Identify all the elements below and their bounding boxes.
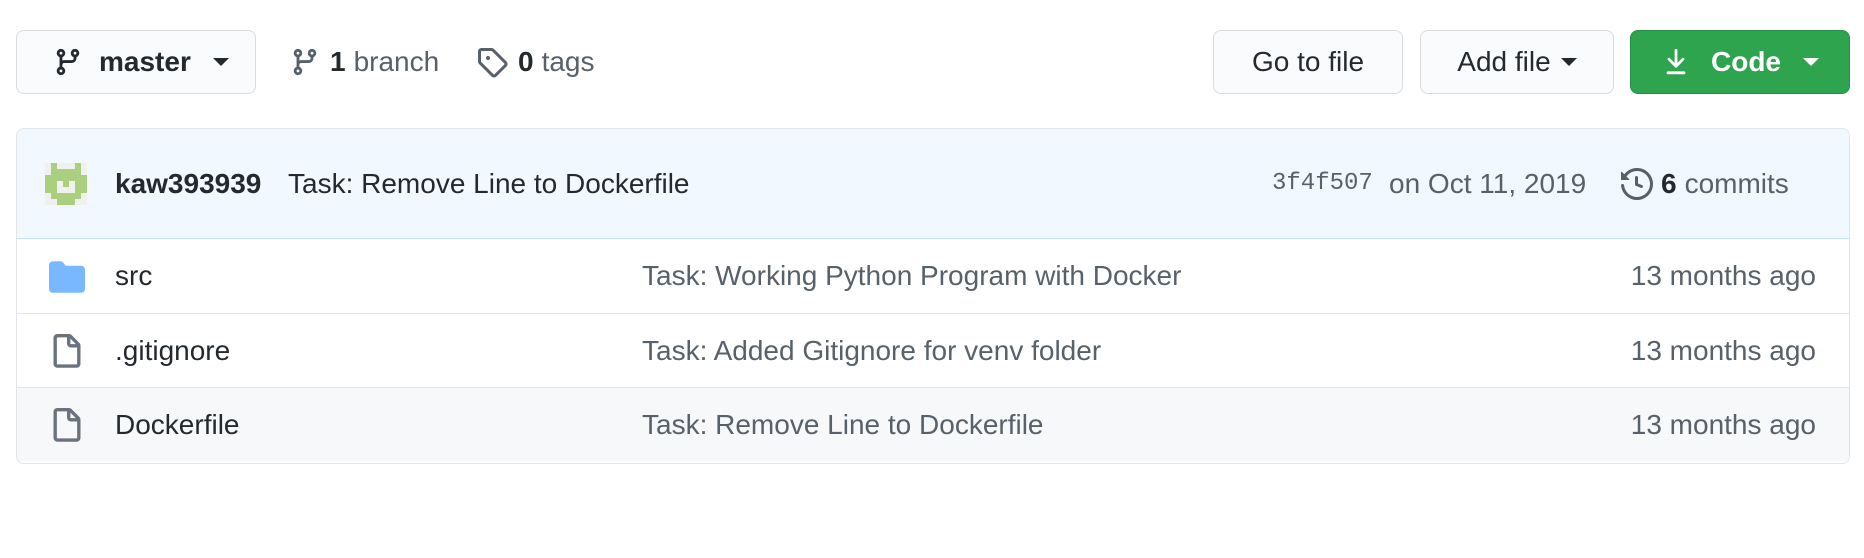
tags-link[interactable]: 0 tags (476, 40, 595, 84)
code-button[interactable]: Code (1630, 30, 1850, 94)
latest-commit-bar: kaw393939 Task: Remove Line to Dockerfil… (17, 129, 1849, 239)
file-row[interactable]: Dockerfile Task: Remove Line to Dockerfi… (17, 387, 1849, 461)
file-row[interactable]: src Task: Working Python Program with Do… (17, 239, 1849, 313)
file-name[interactable]: src (115, 239, 152, 313)
folder-icon (49, 261, 85, 293)
file-icon (53, 408, 81, 442)
commits-link[interactable]: 6 commits (1621, 129, 1789, 239)
chevron-down-icon (1803, 58, 1819, 66)
file-commit-message[interactable]: Task: Working Python Program with Docker (642, 239, 1181, 313)
code-label: Code (1711, 46, 1781, 77)
chevron-down-icon (212, 58, 229, 66)
tag-icon (478, 48, 508, 78)
branch-name: master (99, 46, 191, 77)
file-row[interactable]: .gitignore Task: Added Gitignore for ven… (17, 313, 1849, 387)
commit-count: 6 (1661, 168, 1677, 199)
add-file-button[interactable]: Add file (1420, 30, 1614, 94)
file-age: 13 months ago (1630, 335, 1816, 366)
avatar[interactable] (45, 163, 87, 205)
go-to-file-button[interactable]: Go to file (1213, 30, 1403, 94)
tag-label: tags (541, 46, 595, 77)
git-branch-icon (293, 48, 317, 76)
tag-count: 0 (518, 46, 534, 77)
branch-count: 1 (330, 46, 346, 77)
file-commit-message[interactable]: Task: Remove Line to Dockerfile (642, 388, 1044, 462)
file-commit-message[interactable]: Task: Added Gitignore for venv folder (642, 314, 1101, 388)
file-browser: kaw393939 Task: Remove Line to Dockerfil… (16, 128, 1850, 464)
branches-link[interactable]: 1 branch (290, 40, 439, 84)
commit-label: commits (1684, 168, 1789, 199)
download-icon (1666, 48, 1686, 75)
file-age: 13 months ago (1630, 409, 1816, 440)
commit-message[interactable]: Task: Remove Line to Dockerfile (288, 129, 690, 239)
commit-sha[interactable]: 3f4f507 (1272, 129, 1373, 239)
git-branch-icon (56, 48, 80, 76)
commit-author[interactable]: kaw393939 (115, 129, 261, 239)
branch-label: branch (353, 46, 440, 77)
file-name[interactable]: Dockerfile (115, 388, 239, 462)
branch-selector-button[interactable]: master (16, 30, 256, 94)
history-icon (1621, 168, 1653, 200)
file-age: 13 months ago (1630, 260, 1816, 291)
file-name[interactable]: .gitignore (115, 314, 230, 388)
file-icon (53, 334, 81, 368)
chevron-down-icon (1560, 58, 1577, 66)
commit-date: on Oct 11, 2019 (1389, 168, 1587, 199)
add-file-label: Add file (1457, 46, 1551, 77)
go-to-file-label: Go to file (1251, 46, 1365, 77)
